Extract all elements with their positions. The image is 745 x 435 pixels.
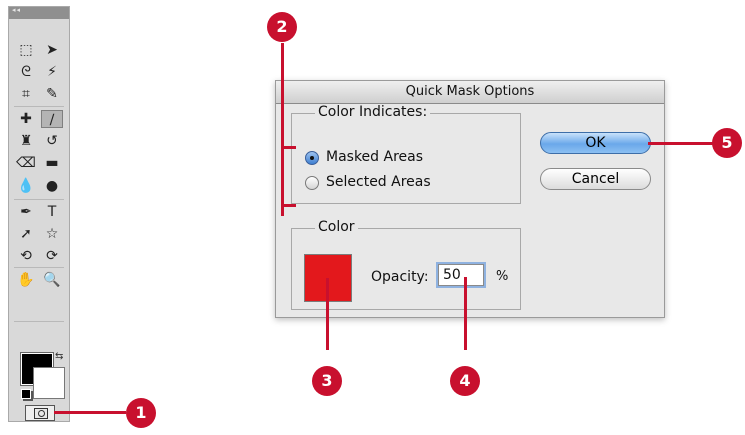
hand-tool-icon[interactable]: ✋ — [15, 271, 37, 289]
opacity-label: Opacity: — [371, 269, 429, 285]
eyedropper-tool-icon[interactable]: ✎ — [41, 85, 63, 103]
opacity-input[interactable]: 50 — [438, 264, 484, 286]
quick-mask-icon — [34, 408, 48, 419]
dialog-title: Quick Mask Options — [405, 84, 535, 99]
gradient-tool-icon[interactable]: ▬ — [41, 154, 63, 172]
clone-stamp-tool-icon[interactable]: ♜ — [15, 132, 37, 150]
callout-3-line — [326, 278, 329, 350]
zoom-tool-icon[interactable]: 🔍 — [41, 271, 63, 289]
quick-mask-mode-button[interactable] — [25, 405, 55, 421]
pen-tool-icon[interactable]: ✒ — [15, 203, 37, 221]
shape-tool-icon[interactable]: ☆ — [41, 225, 63, 243]
dialog-titlebar[interactable]: Quick Mask Options — [276, 81, 664, 104]
brush-tool-icon[interactable]: ∕ — [41, 110, 63, 128]
path-selection-tool-icon[interactable]: ➚ — [15, 225, 37, 243]
quick-mask-options-dialog: Quick Mask Options Color Indicates: Mask… — [275, 80, 665, 318]
tool-separator — [14, 321, 64, 322]
callout-4-line — [464, 277, 467, 350]
masked-areas-radio[interactable] — [305, 151, 319, 165]
color-legend: Color — [315, 219, 358, 235]
callout-5-line — [648, 142, 716, 145]
tool-separator — [14, 106, 64, 107]
healing-brush-tool-icon[interactable]: ✚ — [15, 110, 37, 128]
3d-rotate-tool-icon[interactable]: ⟲ — [15, 247, 37, 265]
color-indicates-legend: Color Indicates: — [315, 104, 431, 120]
magic-wand-tool-icon[interactable]: ⚡ — [41, 63, 63, 81]
callout-2-bracket-top — [281, 146, 296, 149]
tools-panel: ◂◂ ⇆ ⬚ ➤ ᘓ ⚡ ⌗ ✎ ✚ ∕ ♜ ↺ ⌫ ▬ 💧 ● ✒ T ➚ ☆ ⟲ ⟳ ✋ 🔍 — [8, 6, 70, 422]
masked-areas-label[interactable]: Masked Areas — [326, 149, 423, 165]
callout-3: 3 — [312, 366, 342, 396]
eraser-tool-icon[interactable]: ⌫ — [15, 154, 37, 172]
callout-1: 1 — [126, 398, 156, 428]
default-colors-icon[interactable] — [21, 389, 31, 399]
history-brush-tool-icon[interactable]: ↺ — [41, 132, 63, 150]
dodge-tool-icon[interactable]: ● — [41, 177, 63, 195]
callout-2-line — [281, 43, 284, 216]
swap-colors-icon[interactable]: ⇆ — [55, 351, 63, 362]
cancel-button[interactable]: Cancel — [540, 168, 651, 190]
lasso-tool-icon[interactable]: ᘓ — [15, 63, 37, 81]
move-tool-icon[interactable]: ➤ — [41, 41, 63, 59]
opacity-unit-label: % — [496, 269, 509, 284]
blur-tool-icon[interactable]: 💧 — [15, 177, 37, 195]
callout-2-bracket-bottom — [281, 204, 296, 207]
crop-tool-icon[interactable]: ⌗ — [15, 85, 37, 103]
selected-areas-radio[interactable] — [305, 176, 319, 190]
ok-button[interactable]: OK — [540, 132, 651, 154]
callout-4: 4 — [450, 366, 480, 396]
type-tool-icon[interactable]: T — [41, 203, 63, 221]
callout-5: 5 — [712, 128, 742, 158]
3d-orbit-tool-icon[interactable]: ⟳ — [41, 247, 63, 265]
tool-separator — [14, 267, 64, 268]
tools-panel-titlebar[interactable]: ◂◂ — [9, 6, 69, 19]
collapse-icon[interactable]: ◂◂ — [12, 6, 21, 14]
selected-areas-label[interactable]: Selected Areas — [326, 174, 431, 190]
callout-2: 2 — [267, 12, 297, 42]
tool-separator — [14, 199, 64, 200]
callout-1-line — [54, 411, 126, 414]
marquee-tool-icon[interactable]: ⬚ — [15, 41, 37, 59]
background-color-swatch[interactable] — [33, 367, 65, 399]
